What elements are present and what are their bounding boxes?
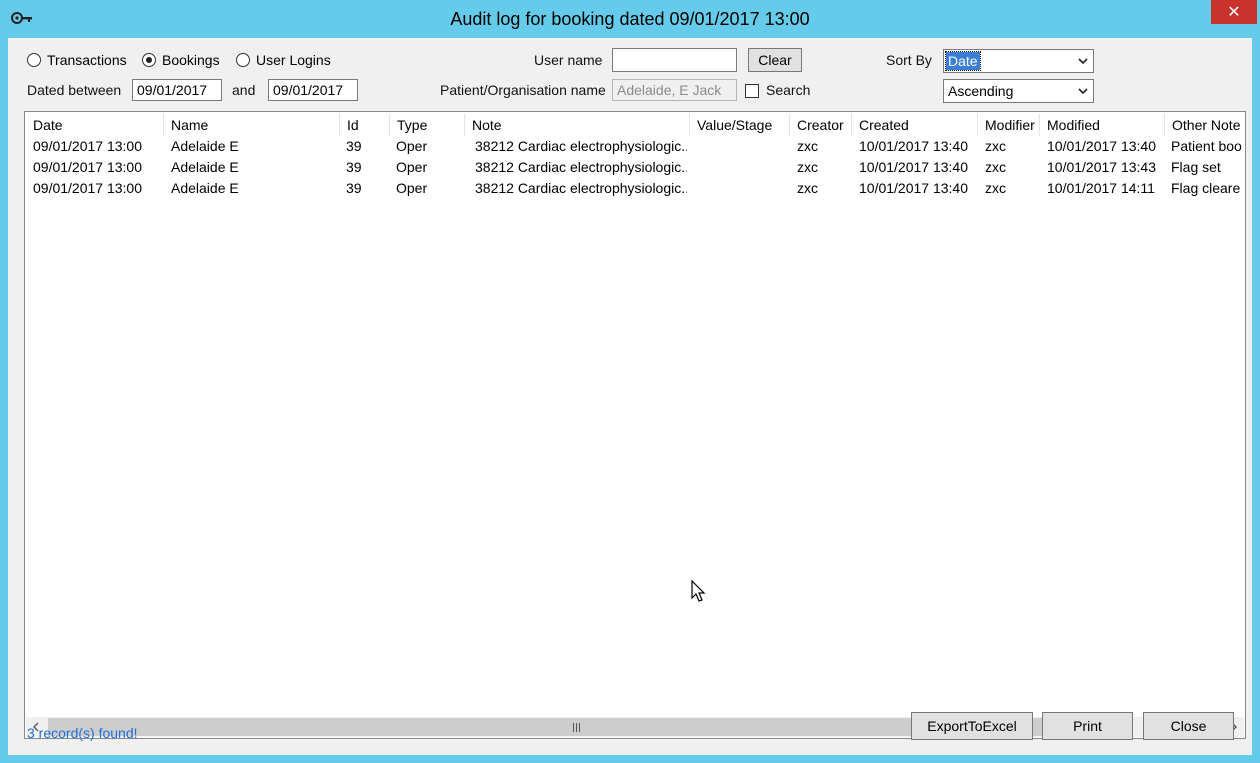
print-button[interactable]: Print — [1042, 712, 1133, 740]
cell-name: Adelaide E — [171, 159, 239, 175]
user-name-label: User name — [534, 52, 603, 68]
column-header-other-note[interactable]: Other Note — [1165, 114, 1245, 136]
cell-modified: 10/01/2017 13:43 — [1047, 159, 1156, 175]
cell-value-stage — [697, 178, 787, 199]
export-to-excel-button[interactable]: ExportToExcel — [911, 712, 1033, 740]
radio-circle — [236, 53, 250, 68]
radio-circle-checked — [142, 53, 156, 68]
sort-by-dropdown[interactable]: Date — [943, 49, 1094, 73]
radio-transactions-label: Transactions — [47, 52, 127, 68]
column-header-note[interactable]: Note — [465, 114, 690, 136]
sort-order-value: Ascending — [948, 83, 1014, 99]
audit-log-window: Audit log for booking dated 09/01/2017 1… — [0, 0, 1260, 763]
radio-user-logins[interactable]: User Logins — [236, 51, 331, 69]
cell-date: 09/01/2017 13:00 — [33, 180, 142, 196]
dialog-body: Transactions Bookings User Logins Dated … — [8, 38, 1252, 755]
cell-creator: zxc — [797, 138, 818, 154]
records-found-status: 3 record(s) found! — [27, 725, 138, 741]
radio-circle — [27, 53, 41, 68]
table-row[interactable]: 09/01/2017 13:00 Adelaide E 39 Oper 3821… — [25, 157, 1245, 178]
audit-log-table[interactable]: Date Name Id Type Note Value/Stage Creat… — [24, 111, 1246, 739]
and-label: and — [232, 82, 256, 98]
column-header-value-stage[interactable]: Value/Stage — [690, 114, 790, 136]
clear-button[interactable]: Clear — [748, 48, 802, 72]
close-button[interactable]: Close — [1143, 712, 1234, 740]
column-header-created[interactable]: Created — [852, 114, 978, 136]
cell-type: Oper — [396, 138, 428, 154]
cell-creator: zxc — [797, 180, 818, 196]
mouse-cursor-icon — [691, 580, 706, 602]
column-header-modifier[interactable]: Modifier — [978, 114, 1040, 136]
patient-organisation-field: Adelaide, E Jack — [612, 79, 737, 101]
cell-name: Adelaide E — [171, 138, 239, 154]
cell-id: 39 — [346, 138, 362, 154]
search-label: Search — [766, 82, 811, 98]
chevron-down-icon — [1078, 58, 1088, 65]
cell-created: 10/01/2017 13:40 — [859, 138, 968, 154]
cell-created: 10/01/2017 13:40 — [859, 159, 968, 175]
radio-bookings-label: Bookings — [162, 52, 220, 68]
column-header-name[interactable]: Name — [164, 114, 340, 136]
cell-modifier: zxc — [985, 159, 1006, 175]
cell-note: 38212 Cardiac electrophysiologic... — [475, 138, 687, 154]
sort-order-dropdown[interactable]: Ascending — [943, 79, 1094, 103]
sort-by-label: Sort By — [886, 52, 932, 68]
radio-bookings[interactable]: Bookings — [142, 51, 220, 69]
cell-note: 38212 Cardiac electrophysiologic... — [475, 159, 687, 175]
column-header-type[interactable]: Type — [390, 114, 465, 136]
user-name-input[interactable] — [612, 48, 737, 72]
table-row[interactable]: 09/01/2017 13:00 Adelaide E 39 Oper 3821… — [25, 178, 1245, 199]
search-checkbox[interactable] — [745, 84, 759, 98]
grip-icon — [573, 723, 580, 732]
cell-date: 09/01/2017 13:00 — [33, 138, 142, 154]
cell-modifier: zxc — [985, 138, 1006, 154]
cell-value-stage — [697, 157, 787, 178]
patient-organisation-label: Patient/Organisation name — [440, 82, 606, 98]
cell-created: 10/01/2017 13:40 — [859, 180, 968, 196]
cell-type: Oper — [396, 159, 428, 175]
sort-by-value: Date — [945, 51, 981, 71]
radio-user-logins-label: User Logins — [256, 52, 331, 68]
dated-between-label: Dated between — [27, 82, 122, 98]
column-header-date[interactable]: Date — [26, 114, 164, 136]
cell-date: 09/01/2017 13:00 — [33, 159, 142, 175]
cell-id: 39 — [346, 159, 362, 175]
cell-other-note: Patient boo — [1171, 138, 1242, 154]
cell-modifier: zxc — [985, 180, 1006, 196]
cell-value-stage — [697, 136, 787, 157]
column-header-modified[interactable]: Modified — [1040, 114, 1165, 136]
window-title: Audit log for booking dated 09/01/2017 1… — [450, 9, 810, 29]
cell-modified: 10/01/2017 13:40 — [1047, 138, 1156, 154]
cell-other-note: Flag cleare — [1171, 180, 1241, 196]
radio-transactions[interactable]: Transactions — [27, 51, 127, 69]
cell-creator: zxc — [797, 159, 818, 175]
cell-id: 39 — [346, 180, 362, 196]
column-header-creator[interactable]: Creator — [790, 114, 852, 136]
table-row[interactable]: 09/01/2017 13:00 Adelaide E 39 Oper 3821… — [25, 136, 1245, 157]
column-header-id[interactable]: Id — [340, 114, 390, 136]
cell-name: Adelaide E — [171, 180, 239, 196]
window-close-button[interactable]: ✕ — [1211, 0, 1257, 24]
title-bar[interactable]: Audit log for booking dated 09/01/2017 1… — [0, 0, 1260, 38]
cell-other-note: Flag set — [1171, 159, 1221, 175]
date-from-field[interactable]: 09/01/2017 — [132, 79, 222, 101]
cell-note: 38212 Cardiac electrophysiologic... — [475, 180, 687, 196]
chevron-down-icon — [1078, 88, 1088, 95]
cell-type: Oper — [396, 180, 428, 196]
date-to-field[interactable]: 09/01/2017 — [268, 79, 358, 101]
cell-modified: 10/01/2017 14:11 — [1047, 180, 1155, 196]
scrollbar-thumb[interactable] — [48, 718, 1061, 736]
